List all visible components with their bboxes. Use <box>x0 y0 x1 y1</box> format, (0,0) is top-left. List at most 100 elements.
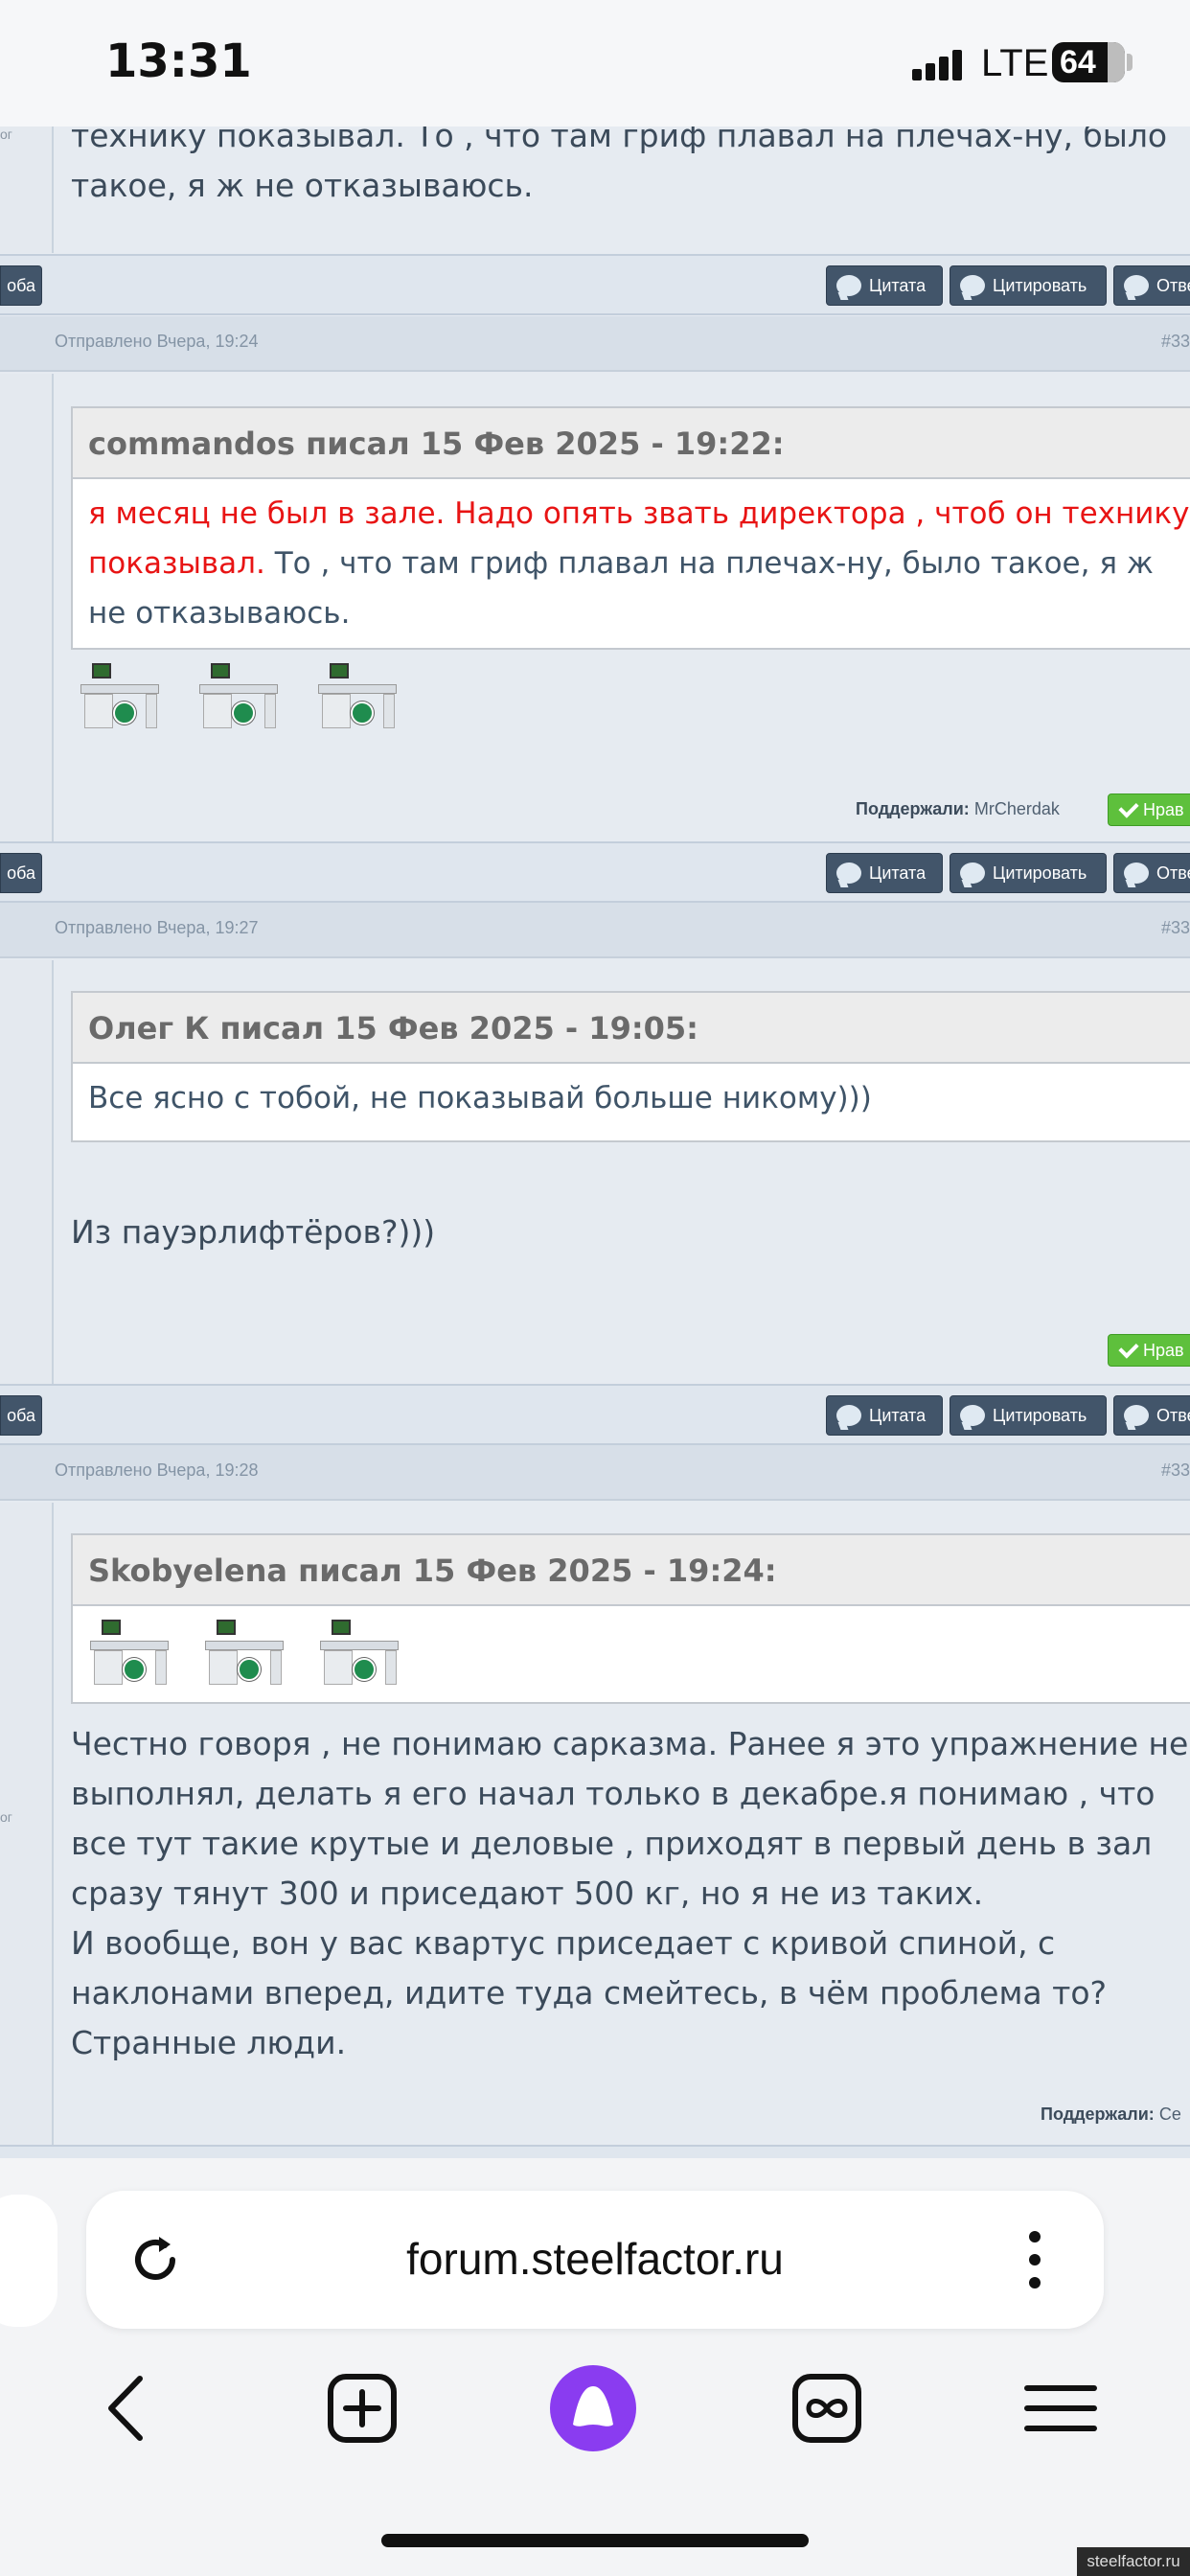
desk-smiley-icon <box>195 663 282 734</box>
post-header: Отправлено Вчера, 19:27 #33 <box>0 903 1190 958</box>
cite-button[interactable]: Цитировать <box>950 265 1107 306</box>
status-bar: 13:31 LTE 64 <box>0 0 1190 126</box>
supported-by: Поддержали: MrCherdak <box>856 799 1060 819</box>
supported-user-link[interactable]: Се <box>1159 2104 1181 2124</box>
post-text-line: Честно говоря , не понимаю сарказма. Ран… <box>71 1725 1189 1762</box>
cite-button-label: Цитировать <box>993 1406 1087 1425</box>
reply-button[interactable]: Отве <box>1113 1395 1190 1436</box>
signal-icon <box>912 50 966 80</box>
quote-block: Олег К писал 15 Фев 2025 - 19:05: Все яс… <box>71 991 1190 1142</box>
network-type: LTE <box>981 42 1049 84</box>
previous-tab-card[interactable] <box>0 2195 57 2327</box>
post-text: Из пауэрлифтёров?))) <box>71 1213 436 1251</box>
reply-bubble-icon <box>1124 275 1149 296</box>
post-header: Отправлено Вчера, 19:24 #33 <box>0 316 1190 372</box>
reply-button-label: Отве <box>1156 276 1190 295</box>
smiley-group <box>77 663 402 740</box>
quote-button-label: Цитата <box>869 863 927 883</box>
post-number-link[interactable]: #33 <box>1161 332 1190 352</box>
new-tab-icon[interactable] <box>319 2365 405 2451</box>
quote-button[interactable]: Цитата <box>826 1395 943 1436</box>
quote-button-label: Цитата <box>869 1406 927 1425</box>
reply-bubble-icon <box>1124 1405 1149 1426</box>
reply-button-label: Отве <box>1156 863 1190 883</box>
post-date: Отправлено Вчера, 19:27 <box>55 918 259 937</box>
desk-smiley-icon <box>86 1620 172 1690</box>
battery-icon: 64 <box>1052 42 1125 82</box>
menu-icon[interactable] <box>1018 2365 1104 2451</box>
tabs-icon[interactable] <box>784 2365 870 2451</box>
post-number-link[interactable]: #33 <box>1161 1460 1190 1481</box>
post-text-line: сразу тянут 300 и приседают 500 кг, но я… <box>71 1874 984 1912</box>
post-author-sidebar: ог <box>0 126 54 253</box>
sidebar-fragment: ог <box>0 1809 12 1825</box>
alice-assistant-icon[interactable] <box>550 2365 636 2451</box>
post-number-link[interactable]: #33 <box>1161 918 1190 938</box>
url-text[interactable]: forum.steelfactor.ru <box>86 2233 1104 2285</box>
report-button[interactable]: оба <box>0 265 42 306</box>
like-button[interactable]: Нрав <box>1108 794 1190 826</box>
cite-button[interactable]: Цитировать <box>950 853 1107 893</box>
post-author-sidebar <box>0 960 54 1384</box>
quote-block: Skobyelena писал 15 Фев 2025 - 19:24: <box>71 1533 1190 1704</box>
supported-label: Поддержали: <box>1041 2104 1155 2124</box>
reply-bubble-icon <box>1124 862 1149 884</box>
like-button[interactable]: Нрав <box>1108 1334 1190 1367</box>
post-date: Отправлено Вчера, 19:24 <box>55 332 259 351</box>
post-actions-bar: оба Цитата Цитировать Отве <box>0 841 1190 903</box>
post-body: технику показывал. То , что там гриф пла… <box>55 117 1190 253</box>
address-bar[interactable]: forum.steelfactor.ru <box>86 2191 1104 2329</box>
post-author-sidebar: ог <box>0 1503 54 2145</box>
quote-bubble-icon <box>836 1405 861 1426</box>
quote-smileys <box>73 1606 1190 1702</box>
post-text-line: такое, я ж не отказываюсь. <box>71 167 534 204</box>
cite-bubble-icon <box>960 1405 985 1426</box>
post-actions-bar: оба Цитата Цитировать Отве <box>0 1384 1190 1445</box>
cite-bubble-icon <box>960 862 985 884</box>
quote-button[interactable]: Цитата <box>826 265 943 306</box>
quote-header: Skobyelena писал 15 Фев 2025 - 19:24: <box>73 1535 1190 1606</box>
post-text-line: И вообще, вон у вас квартус приседает с … <box>71 1924 1056 1962</box>
supported-label: Поддержали: <box>856 799 970 818</box>
cite-bubble-icon <box>960 275 985 296</box>
quote-bubble-icon <box>836 275 861 296</box>
post-text-line: все тут такие крутые и деловые , приходя… <box>71 1825 1153 1862</box>
sidebar-fragment: ог <box>0 126 12 142</box>
report-button[interactable]: оба <box>0 1395 42 1436</box>
cite-button-label: Цитировать <box>993 863 1087 883</box>
post-text-line: Странные люди. <box>71 2024 347 2061</box>
quote-button-label: Цитата <box>869 276 927 295</box>
supported-user-link[interactable]: MrCherdak <box>974 799 1060 818</box>
battery-level: 64 <box>1060 44 1096 80</box>
quote-button[interactable]: Цитата <box>826 853 943 893</box>
quote-text: Все ясно с тобой, не показывай больше ни… <box>88 1081 872 1116</box>
status-time: 13:31 <box>105 34 252 88</box>
post-text: Честно говоря , не понимаю сарказма. Ран… <box>71 1719 1190 2068</box>
post-author-sidebar <box>0 374 54 841</box>
desk-smiley-icon <box>77 663 163 734</box>
quote-block: commandos писал 15 Фев 2025 - 19:22: я м… <box>71 406 1190 650</box>
reply-button-label: Отве <box>1156 1406 1190 1425</box>
post-text-line: наклонами вперед, идите туда смейтесь, в… <box>71 1974 1108 2012</box>
cite-button-label: Цитировать <box>993 276 1087 295</box>
post-text-line: выполнял, делать я его начал только в де… <box>71 1775 1156 1812</box>
watermark: steelfactor.ru <box>1077 2547 1190 2576</box>
desk-smiley-icon <box>316 1620 402 1690</box>
back-icon[interactable] <box>86 2365 172 2451</box>
report-button[interactable]: оба <box>0 853 42 893</box>
post-actions-bar: оба Цитата Цитировать Отве <box>0 254 1190 315</box>
reply-button[interactable]: Отве <box>1113 265 1190 306</box>
quote-text: я месяц не был в зале. Надо опять звать … <box>73 479 1190 648</box>
battery-cap <box>1127 54 1133 71</box>
supported-by: Поддержали: Се <box>1041 2104 1181 2125</box>
home-indicator[interactable] <box>381 2534 809 2547</box>
post-date: Отправлено Вчера, 19:28 <box>55 1460 259 1480</box>
quote-header: Олег К писал 15 Фев 2025 - 19:05: <box>73 993 1190 1064</box>
desk-smiley-icon <box>201 1620 287 1690</box>
post-header: Отправлено Вчера, 19:28 #33 <box>0 1445 1190 1501</box>
kebab-menu-icon[interactable] <box>1025 2229 1044 2290</box>
quote-bubble-icon <box>836 862 861 884</box>
reply-button[interactable]: Отве <box>1113 853 1190 893</box>
cite-button[interactable]: Цитировать <box>950 1395 1107 1436</box>
quote-header: commandos писал 15 Фев 2025 - 19:22: <box>73 408 1190 479</box>
